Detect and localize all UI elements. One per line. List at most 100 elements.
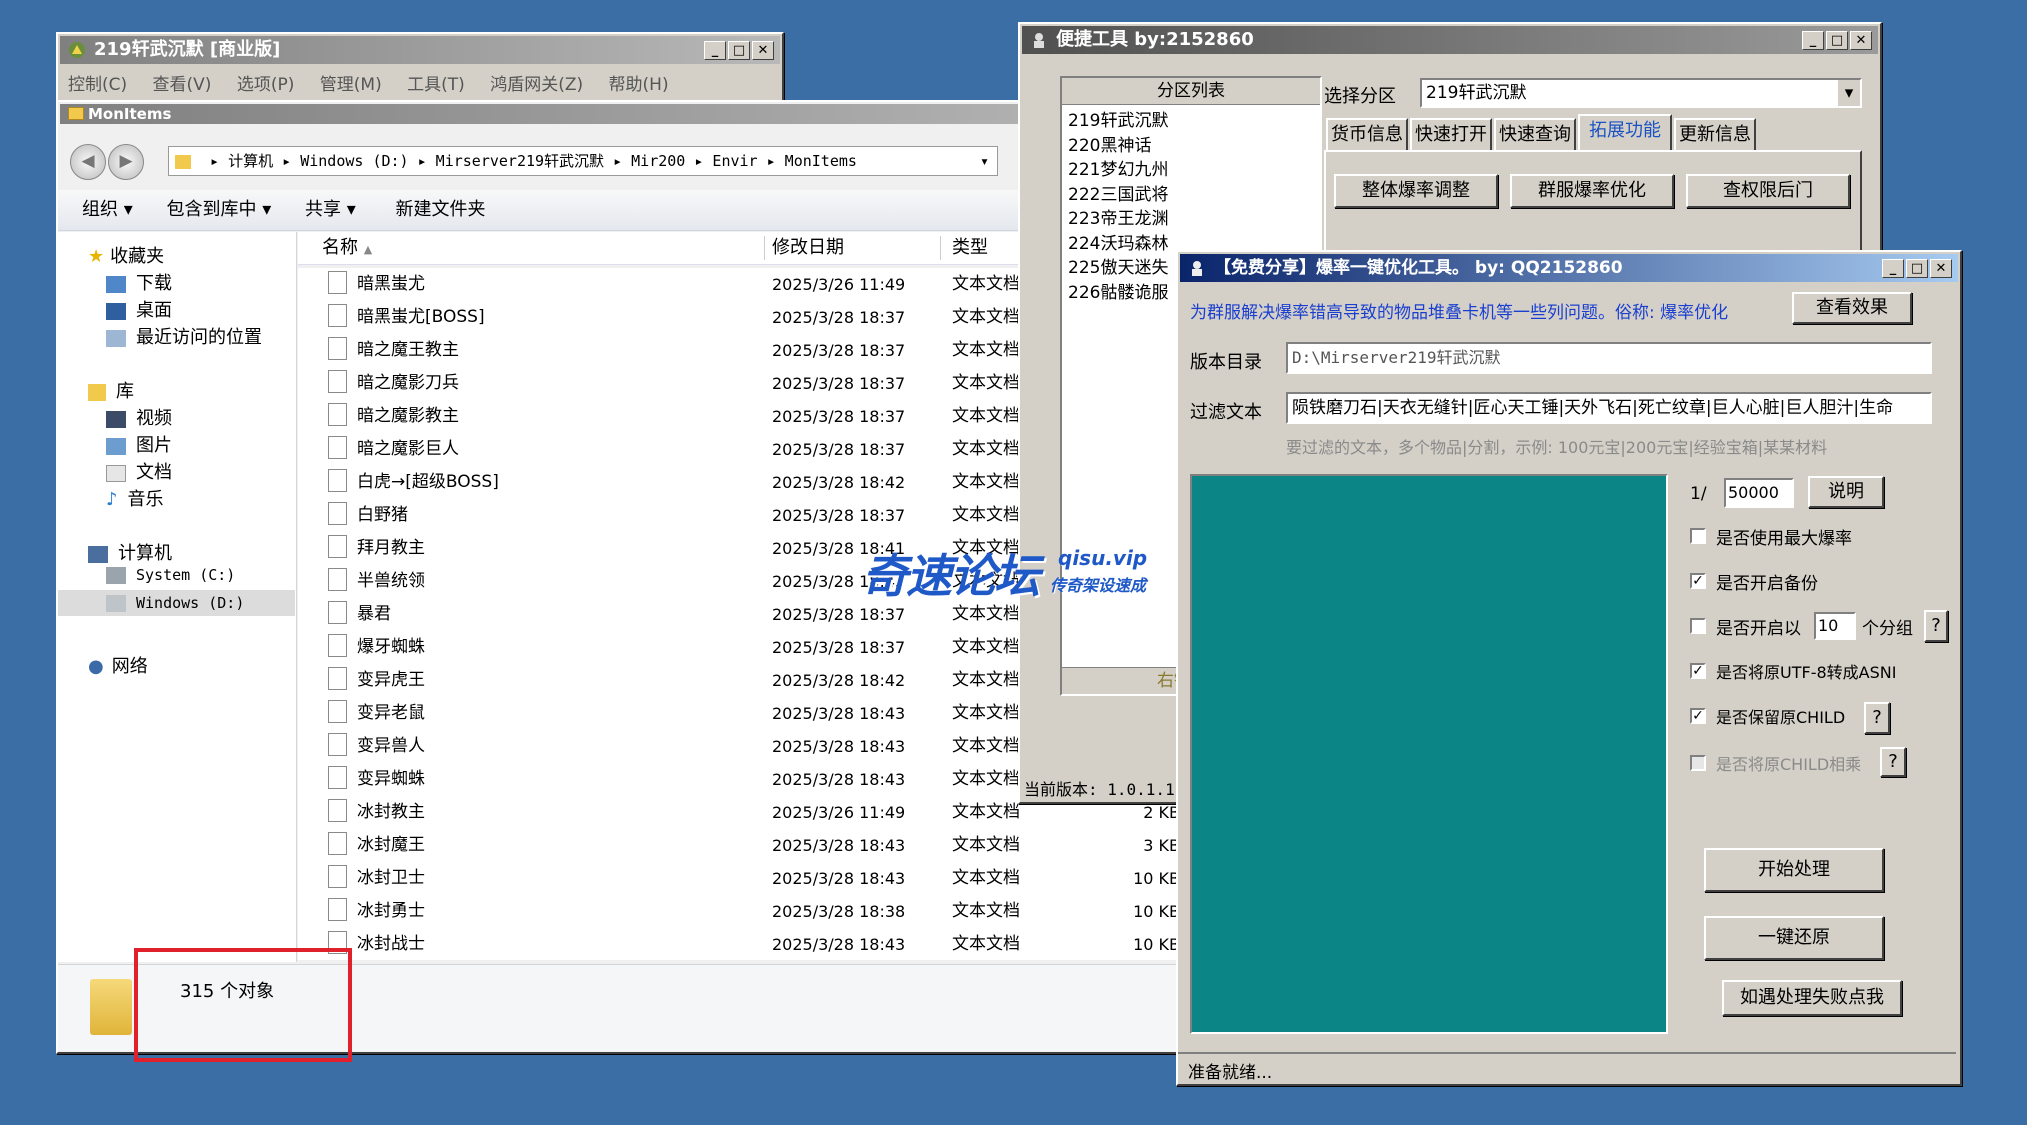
menu-control[interactable]: 控制(C) bbox=[68, 75, 127, 95]
menu-options[interactable]: 选项(P) bbox=[237, 75, 295, 95]
help-button-child[interactable]: ? bbox=[1864, 702, 1890, 734]
file-row[interactable]: 冰封勇士 2025/3/28 18:38 文本文档 10 KB bbox=[298, 895, 1188, 928]
ratio-input[interactable]: 50000 bbox=[1724, 478, 1794, 508]
main-app-titlebar[interactable]: 219轩武沉默 [商业版] _ □ ✕ bbox=[60, 36, 780, 64]
partition-item[interactable]: 222三国武将 bbox=[1068, 180, 1168, 205]
menu-view[interactable]: 查看(V) bbox=[153, 75, 212, 95]
menu-help[interactable]: 帮助(H) bbox=[609, 75, 669, 95]
column-date[interactable]: 修改日期 bbox=[772, 232, 844, 264]
file-row[interactable]: 冰封卫士 2025/3/28 18:43 文本文档 10 KB bbox=[298, 862, 1188, 895]
toolbar-share[interactable]: 共享 ▾ bbox=[305, 199, 356, 220]
partition-item[interactable]: 221梦幻九州 bbox=[1068, 155, 1168, 180]
breadcrumb-monitems[interactable]: MonItems bbox=[785, 152, 857, 170]
address-bar[interactable]: ▸ 计算机 ▸ Windows (D:) ▸ Mirserver219轩武沉默 … bbox=[168, 146, 998, 176]
option-checkbox[interactable] bbox=[1690, 618, 1706, 634]
log-panel[interactable] bbox=[1190, 474, 1668, 1034]
close-button[interactable]: ✕ bbox=[752, 41, 774, 60]
text-file-icon bbox=[328, 534, 347, 558]
minimize-button[interactable]: _ bbox=[1882, 259, 1904, 278]
file-row[interactable]: 冰封魔王 2025/3/28 18:43 文本文档 3 KB bbox=[298, 829, 1188, 862]
nav-music[interactable]: ♪ 音乐 bbox=[106, 485, 164, 511]
nav-pictures[interactable]: 图片 bbox=[106, 431, 172, 457]
option-checkbox[interactable]: ✓ bbox=[1690, 573, 1706, 589]
column-type[interactable]: 类型 bbox=[952, 232, 988, 264]
partition-item[interactable]: 223帝王龙渊 bbox=[1068, 204, 1168, 229]
maximize-button[interactable]: □ bbox=[1826, 31, 1848, 50]
nav-back-button[interactable]: ◀ bbox=[70, 144, 106, 180]
maximize-button[interactable]: □ bbox=[1906, 259, 1928, 278]
column-name[interactable]: 名称 ▲ bbox=[322, 232, 372, 266]
partition-item[interactable]: 226骷髅诡服 bbox=[1068, 278, 1168, 303]
view-effect-button[interactable]: 查看效果 bbox=[1792, 292, 1912, 324]
breadcrumb-envir[interactable]: Envir bbox=[712, 152, 757, 170]
breadcrumb-computer[interactable]: 计算机 bbox=[228, 152, 273, 170]
close-button[interactable]: ✕ bbox=[1930, 259, 1952, 278]
nav-library[interactable]: 库 bbox=[88, 377, 134, 403]
menu-gateway[interactable]: 鸿盾网关(Z) bbox=[490, 75, 583, 95]
nav-windows-d[interactable]: Windows (D:) bbox=[58, 590, 295, 616]
help-button-group[interactable]: ? bbox=[1924, 610, 1948, 642]
option-row[interactable]: ✓ 是否保留原CHILD bbox=[1690, 702, 1950, 732]
menu-tools[interactable]: 工具(T) bbox=[407, 75, 465, 95]
file-row[interactable]: 冰封战士 2025/3/28 18:43 文本文档 10 KB bbox=[298, 928, 1188, 960]
option-row[interactable]: 是否使用最大爆率 bbox=[1690, 522, 1950, 552]
nav-downloads[interactable]: 下载 bbox=[106, 269, 172, 295]
fail-help-button[interactable]: 如遇处理失败点我 bbox=[1722, 980, 1902, 1016]
toolbar-new-folder[interactable]: 新建文件夹 bbox=[396, 199, 486, 220]
partition-list-header[interactable]: 分区列表 bbox=[1062, 78, 1320, 105]
breadcrumb-server[interactable]: Mirserver219轩武沉默 bbox=[436, 152, 604, 170]
nav-recent[interactable]: 最近访问的位置 bbox=[106, 323, 262, 349]
tab-quick-open[interactable]: 快速打开 bbox=[1410, 118, 1492, 150]
chevron-down-icon[interactable]: ▾ bbox=[1838, 80, 1860, 106]
address-dropdown-icon[interactable]: ▾ bbox=[980, 147, 989, 175]
option-checkbox[interactable] bbox=[1690, 755, 1706, 771]
help-button-multiply[interactable]: ? bbox=[1880, 747, 1906, 777]
partition-item[interactable]: 220黑神话 bbox=[1068, 131, 1168, 156]
restore-button[interactable]: 一键还原 bbox=[1704, 916, 1884, 960]
nav-documents[interactable]: 文档 bbox=[106, 458, 172, 484]
nav-network[interactable]: ● 网络 bbox=[88, 652, 148, 678]
option-checkbox[interactable]: ✓ bbox=[1690, 708, 1706, 724]
option-row[interactable]: 是否将原CHILD相乘 bbox=[1690, 749, 1950, 779]
nav-videos[interactable]: 视频 bbox=[106, 404, 172, 430]
group-rate-button[interactable]: 群服爆率优化 bbox=[1510, 174, 1674, 208]
minimize-button[interactable]: _ bbox=[1802, 31, 1824, 50]
option-row[interactable]: ✓ 是否开启备份 bbox=[1690, 567, 1950, 597]
file-type: 文本文档 bbox=[952, 835, 1020, 855]
partition-item[interactable]: 225傲天迷失 bbox=[1068, 253, 1168, 278]
file-type: 文本文档 bbox=[952, 637, 1020, 657]
nav-desktop[interactable]: 桌面 bbox=[106, 296, 172, 322]
menu-manage[interactable]: 管理(M) bbox=[320, 75, 382, 95]
tab-currency[interactable]: 货币信息 bbox=[1326, 118, 1408, 150]
partition-item[interactable]: 219轩武沉默 bbox=[1068, 106, 1168, 131]
nav-favorites[interactable]: ★ 收藏夹 bbox=[88, 242, 164, 268]
option-checkbox[interactable] bbox=[1690, 528, 1706, 544]
nav-computer[interactable]: 计算机 bbox=[88, 539, 172, 565]
start-button[interactable]: 开始处理 bbox=[1704, 848, 1884, 892]
minimize-button[interactable]: _ bbox=[704, 41, 726, 60]
tab-update[interactable]: 更新信息 bbox=[1674, 118, 1756, 150]
optimizer-titlebar[interactable]: 【免费分享】爆率一键优化工具。 by: QQ2152860 _ □ ✕ bbox=[1180, 254, 1958, 282]
explain-button[interactable]: 说明 bbox=[1808, 476, 1884, 508]
toolbar-organize[interactable]: 组织 ▾ bbox=[82, 199, 133, 220]
nav-system-c[interactable]: System (C:) bbox=[106, 566, 235, 584]
partition-select[interactable]: 219轩武沉默 ▾ bbox=[1420, 78, 1862, 108]
group-count-input[interactable]: 10 bbox=[1814, 612, 1856, 640]
filter-input[interactable]: 陨铁磨刀石|天衣无缝针|匠心天工锤|天外飞石|死亡纹章|巨人心脏|巨人胆汁|生命 bbox=[1286, 392, 1932, 424]
breadcrumb-mir200[interactable]: Mir200 bbox=[631, 152, 685, 170]
overall-rate-button[interactable]: 整体爆率调整 bbox=[1334, 174, 1498, 208]
close-button[interactable]: ✕ bbox=[1850, 31, 1872, 50]
version-dir-input[interactable]: D:\Mirserver219轩武沉默 bbox=[1286, 342, 1932, 374]
maximize-button[interactable]: □ bbox=[728, 41, 750, 60]
tab-extend[interactable]: 拓展功能 bbox=[1578, 114, 1672, 150]
tab-quick-query[interactable]: 快速查询 bbox=[1494, 118, 1576, 150]
breadcrumb-drive[interactable]: Windows (D:) bbox=[300, 152, 408, 170]
quick-tool-titlebar[interactable]: 便捷工具 by:2152860 _ □ ✕ bbox=[1022, 26, 1878, 54]
check-backdoor-button[interactable]: 查权限后门 bbox=[1686, 174, 1850, 208]
option-checkbox[interactable]: ✓ bbox=[1690, 663, 1706, 679]
partition-item[interactable]: 224沃玛森林 bbox=[1068, 229, 1168, 254]
toolbar-include-library[interactable]: 包含到库中 ▾ bbox=[167, 199, 272, 220]
option-row[interactable]: ✓ 是否将原UTF-8转成ASNI bbox=[1690, 657, 1950, 687]
quick-tool-title: 便捷工具 by:2152860 bbox=[1056, 29, 1254, 50]
nav-forward-button[interactable]: ▶ bbox=[108, 144, 144, 180]
